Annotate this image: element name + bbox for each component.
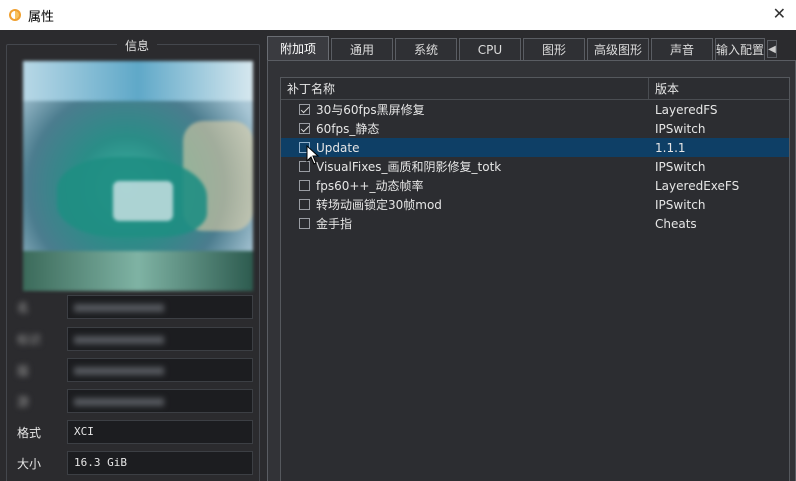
info-panel: 信息 名 标识 版 游 格式 XCI 大小 16.3 GiB — [6, 37, 260, 481]
tab-general[interactable]: 通用 — [331, 38, 393, 60]
info-id-field[interactable] — [67, 327, 253, 351]
table-row[interactable]: 转场动画锁定30帧mod IPSwitch — [281, 195, 789, 214]
column-header-name[interactable]: 补丁名称 — [281, 78, 649, 99]
info-row-format: 格式 XCI — [17, 420, 253, 444]
addon-checkbox[interactable] — [299, 218, 310, 229]
table-row[interactable]: fps60++_动态帧率 LayeredExeFS — [281, 176, 789, 195]
addons-page: 补丁名称 版本 30与60fps黑屏修复 LayeredFS 60fps_静态 … — [267, 60, 796, 481]
column-header-version[interactable]: 版本 — [649, 78, 789, 99]
app-logo-icon — [8, 8, 22, 22]
game-cover-image — [23, 61, 253, 291]
format-field[interactable]: XCI — [67, 420, 253, 444]
table-row[interactable]: Update 1.1.1 — [281, 138, 789, 157]
tab-input[interactable]: 输入配置 — [715, 38, 765, 60]
info-row-name: 名 — [17, 295, 253, 319]
addon-checkbox[interactable] — [299, 104, 310, 115]
addon-checkbox[interactable] — [299, 199, 310, 210]
addon-checkbox[interactable] — [299, 123, 310, 134]
tab-scroll-left-icon[interactable]: ◀ — [767, 40, 777, 58]
tab-audio[interactable]: 声音 — [651, 38, 713, 60]
table-header: 补丁名称 版本 — [281, 78, 789, 100]
addon-checkbox[interactable] — [299, 180, 310, 191]
info-row-developer: 游 — [17, 389, 253, 413]
table-row[interactable]: 60fps_静态 IPSwitch — [281, 119, 789, 138]
info-name-field[interactable] — [67, 295, 253, 319]
addons-table: 补丁名称 版本 30与60fps黑屏修复 LayeredFS 60fps_静态 … — [280, 77, 790, 481]
info-legend: 信息 — [117, 37, 158, 54]
size-label: 大小 — [17, 456, 42, 471]
settings-tab-bar: 附加项 通用 系统 CPU 图形 高级图形 声音 输入配置 ◀ — [267, 36, 777, 60]
info-version-field[interactable] — [67, 358, 253, 382]
window-title: 属性 — [28, 9, 55, 25]
tab-cpu[interactable]: CPU — [459, 38, 521, 60]
info-row-id: 标识 — [17, 327, 253, 351]
info-row-version: 版 — [17, 358, 253, 382]
tab-advanced-graphics[interactable]: 高级图形 — [587, 38, 649, 60]
info-developer-field[interactable] — [67, 389, 253, 413]
table-row[interactable]: VisualFixes_画质和阴影修复_totk IPSwitch — [281, 157, 789, 176]
title-bar: 属性 ✕ — [0, 0, 796, 30]
tab-graphics[interactable]: 图形 — [523, 38, 585, 60]
size-field[interactable]: 16.3 GiB — [67, 451, 253, 475]
table-row[interactable]: 30与60fps黑屏修复 LayeredFS — [281, 100, 789, 119]
close-icon[interactable]: ✕ — [773, 4, 786, 23]
table-row[interactable]: 金手指 Cheats — [281, 214, 789, 233]
tab-addons[interactable]: 附加项 — [267, 36, 329, 60]
format-label: 格式 — [17, 425, 42, 440]
tab-system[interactable]: 系统 — [395, 38, 457, 60]
info-row-size: 大小 16.3 GiB — [17, 451, 253, 475]
